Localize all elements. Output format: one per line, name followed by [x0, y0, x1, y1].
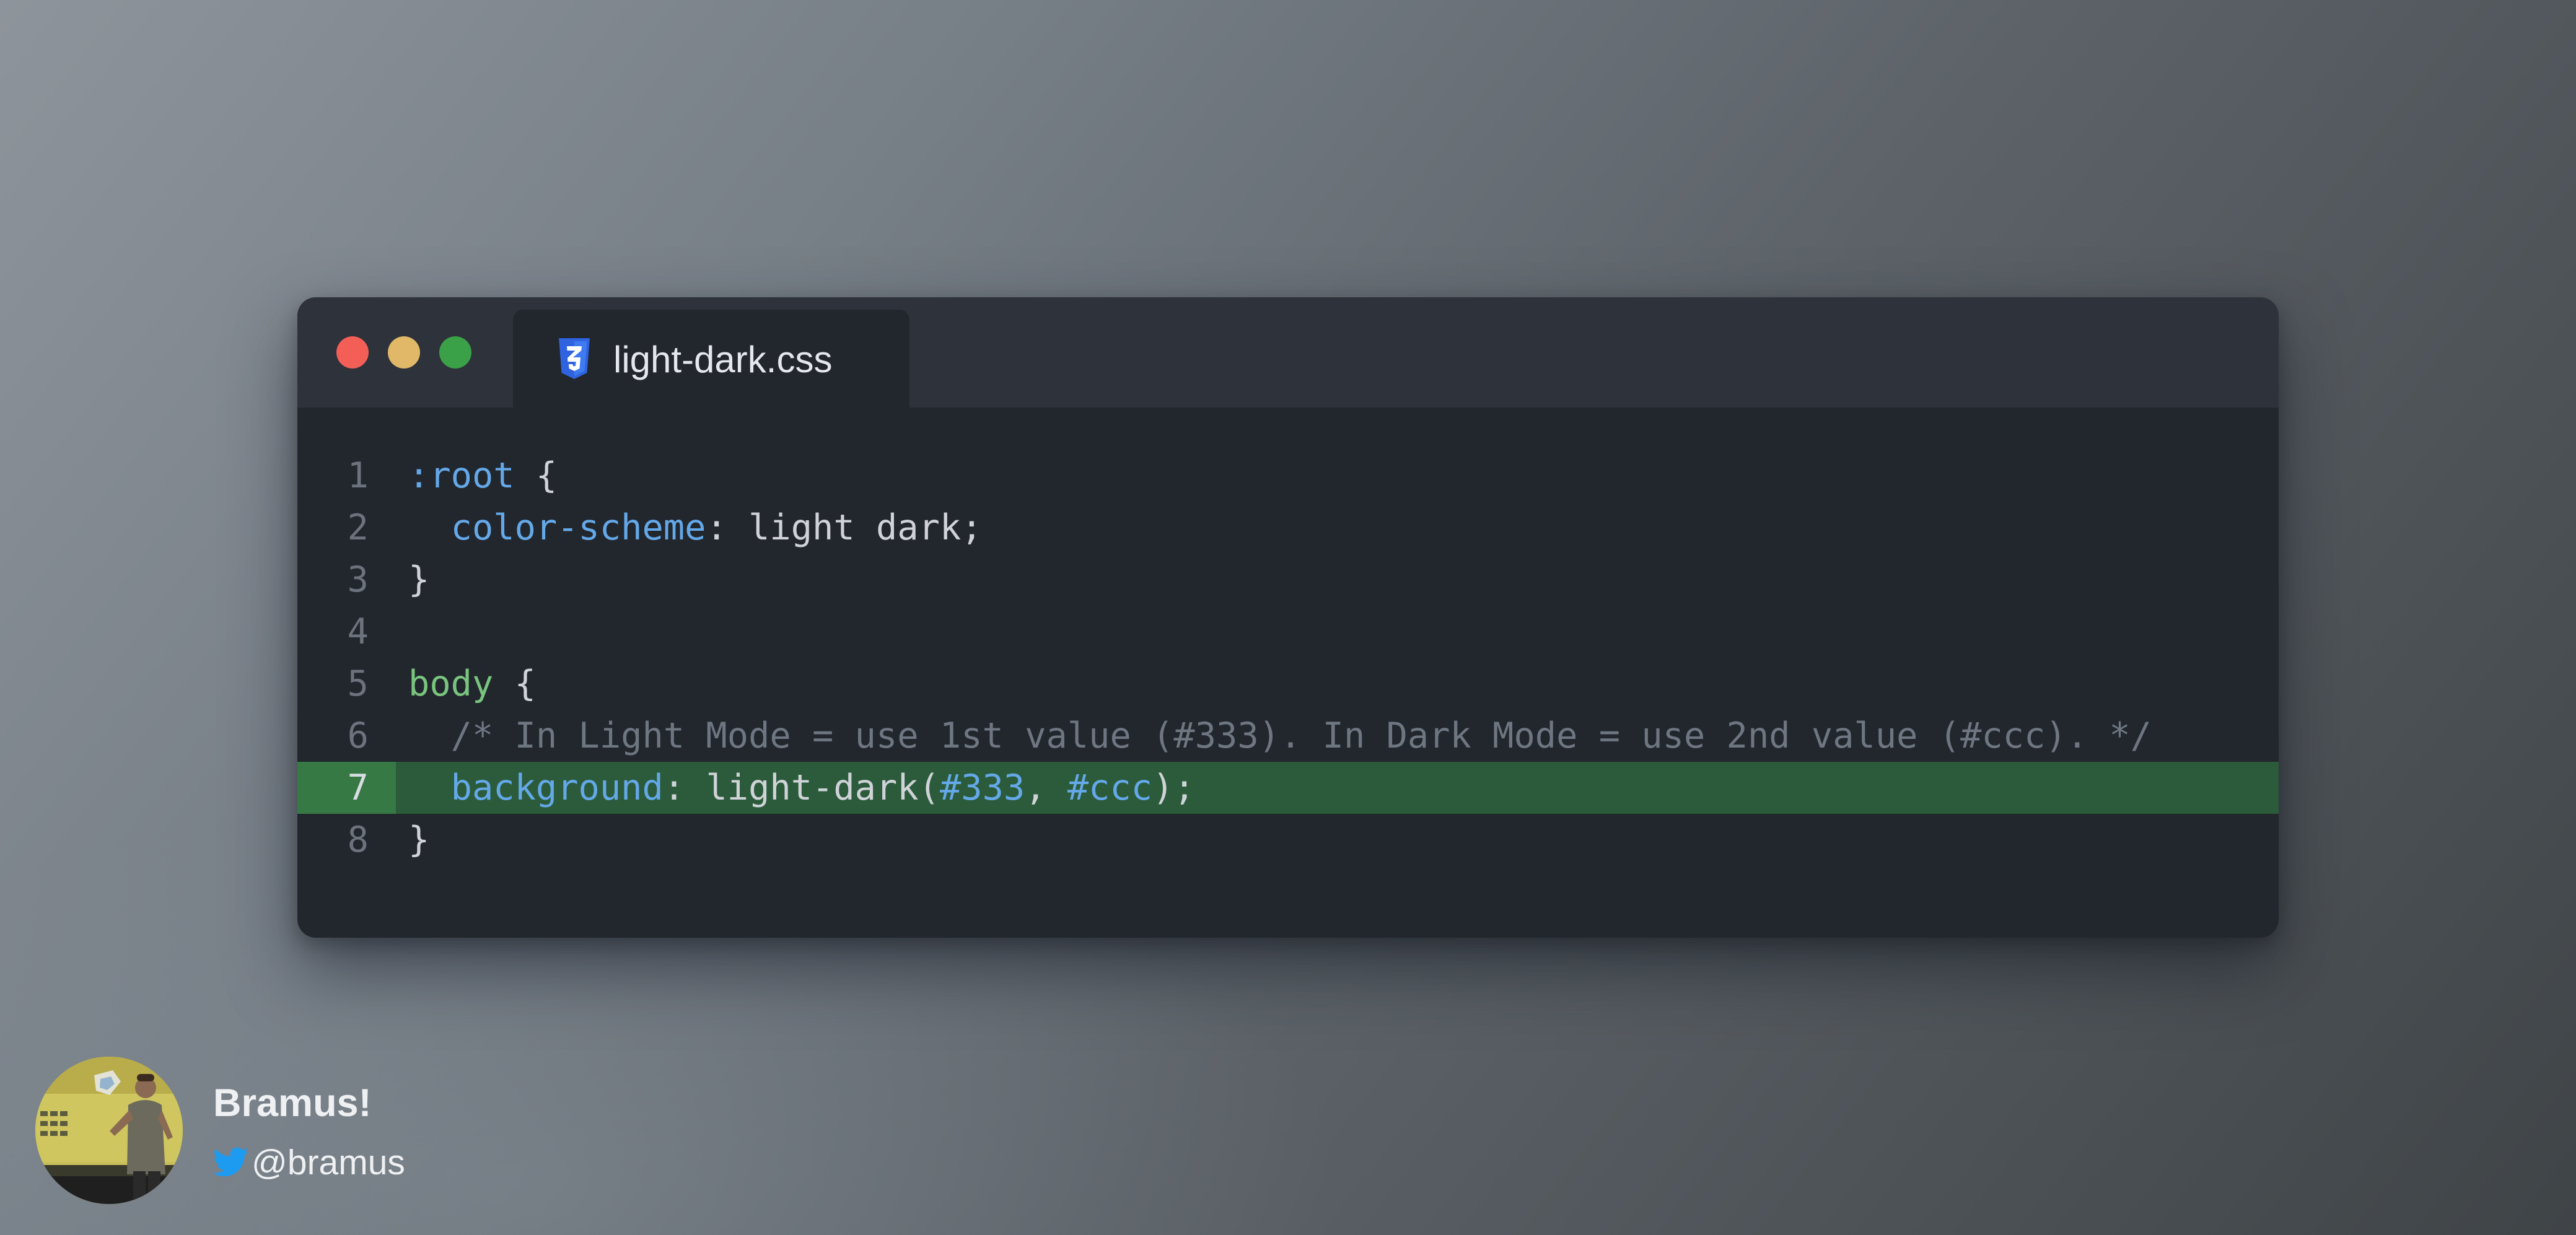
file-tab[interactable]: light-dark.css: [513, 310, 909, 408]
code-line: 6 /* In Light Mode = use 1st value (#333…: [297, 710, 2279, 762]
avatar: [35, 1057, 183, 1204]
line-number: 6: [347, 715, 369, 756]
twitter-icon: [213, 1147, 249, 1177]
token-hex: #333: [939, 767, 1025, 808]
code-line: 4: [297, 606, 2279, 658]
token-punctuation: : light dark;: [706, 507, 983, 548]
token-hex: #ccc: [1067, 767, 1153, 808]
avatar-photo: [35, 1057, 183, 1204]
line-code: }: [408, 554, 429, 606]
line-number: 4: [347, 611, 369, 652]
tab-filename: light-dark.css: [613, 339, 833, 380]
line-code: body {: [408, 658, 536, 710]
token-property: color-scheme: [450, 507, 706, 548]
token-property: background: [450, 767, 664, 808]
token-punctuation: {: [514, 455, 558, 496]
line-number: 3: [347, 559, 369, 600]
token-punctuation: [408, 767, 451, 808]
title-bar: light-dark.css: [297, 297, 2279, 408]
line-code: :root {: [408, 450, 557, 502]
css3-icon: [559, 338, 590, 379]
token-punctuation: : light-dark(: [663, 767, 940, 808]
code-line: 5 body {: [297, 658, 2279, 710]
author-name: Bramus!: [213, 1081, 372, 1125]
code-line: 3}: [297, 554, 2279, 606]
token-comment: /* In Light Mode = use 1st value (#333).…: [408, 715, 2152, 756]
line-number: 8: [347, 819, 369, 860]
line-number: 2: [347, 507, 369, 548]
token-punctuation: );: [1152, 767, 1195, 808]
close-window-button[interactable]: [336, 336, 369, 369]
line-code: background: light-dark(#333, #ccc);: [408, 762, 1195, 814]
line-number: 5: [347, 663, 369, 704]
line-code: }: [408, 814, 429, 866]
token-punctuation: ,: [1025, 767, 1067, 808]
line-number: 1: [347, 455, 369, 496]
line-number: 7: [347, 767, 369, 808]
code-line-highlighted: 7 background: light-dark(#333, #ccc);: [297, 762, 2279, 814]
token-punctuation: {: [493, 663, 536, 704]
token-tag: body: [408, 663, 494, 704]
minimize-window-button[interactable]: [388, 336, 420, 369]
code-line: 8}: [297, 814, 2279, 866]
code-window: light-dark.css 1:root {2 color-scheme: l…: [297, 297, 2279, 938]
code-editor: 1:root {2 color-scheme: light dark; 3} 4 5 b…: [297, 450, 2279, 866]
line-code: color-scheme: light dark;: [408, 502, 983, 554]
token-punctuation: }: [408, 559, 430, 600]
token-punctuation: [408, 507, 451, 548]
code-line: 2 color-scheme: light dark;: [297, 502, 2279, 554]
maximize-window-button[interactable]: [439, 336, 471, 369]
code-line: 1 :root {: [297, 450, 2279, 502]
line-code: /* In Light Mode = use 1st value (#333).…: [408, 710, 2152, 762]
token-punctuation: }: [408, 819, 430, 860]
token-selector: :root: [408, 455, 515, 496]
author-handle: @bramus: [252, 1143, 405, 1182]
